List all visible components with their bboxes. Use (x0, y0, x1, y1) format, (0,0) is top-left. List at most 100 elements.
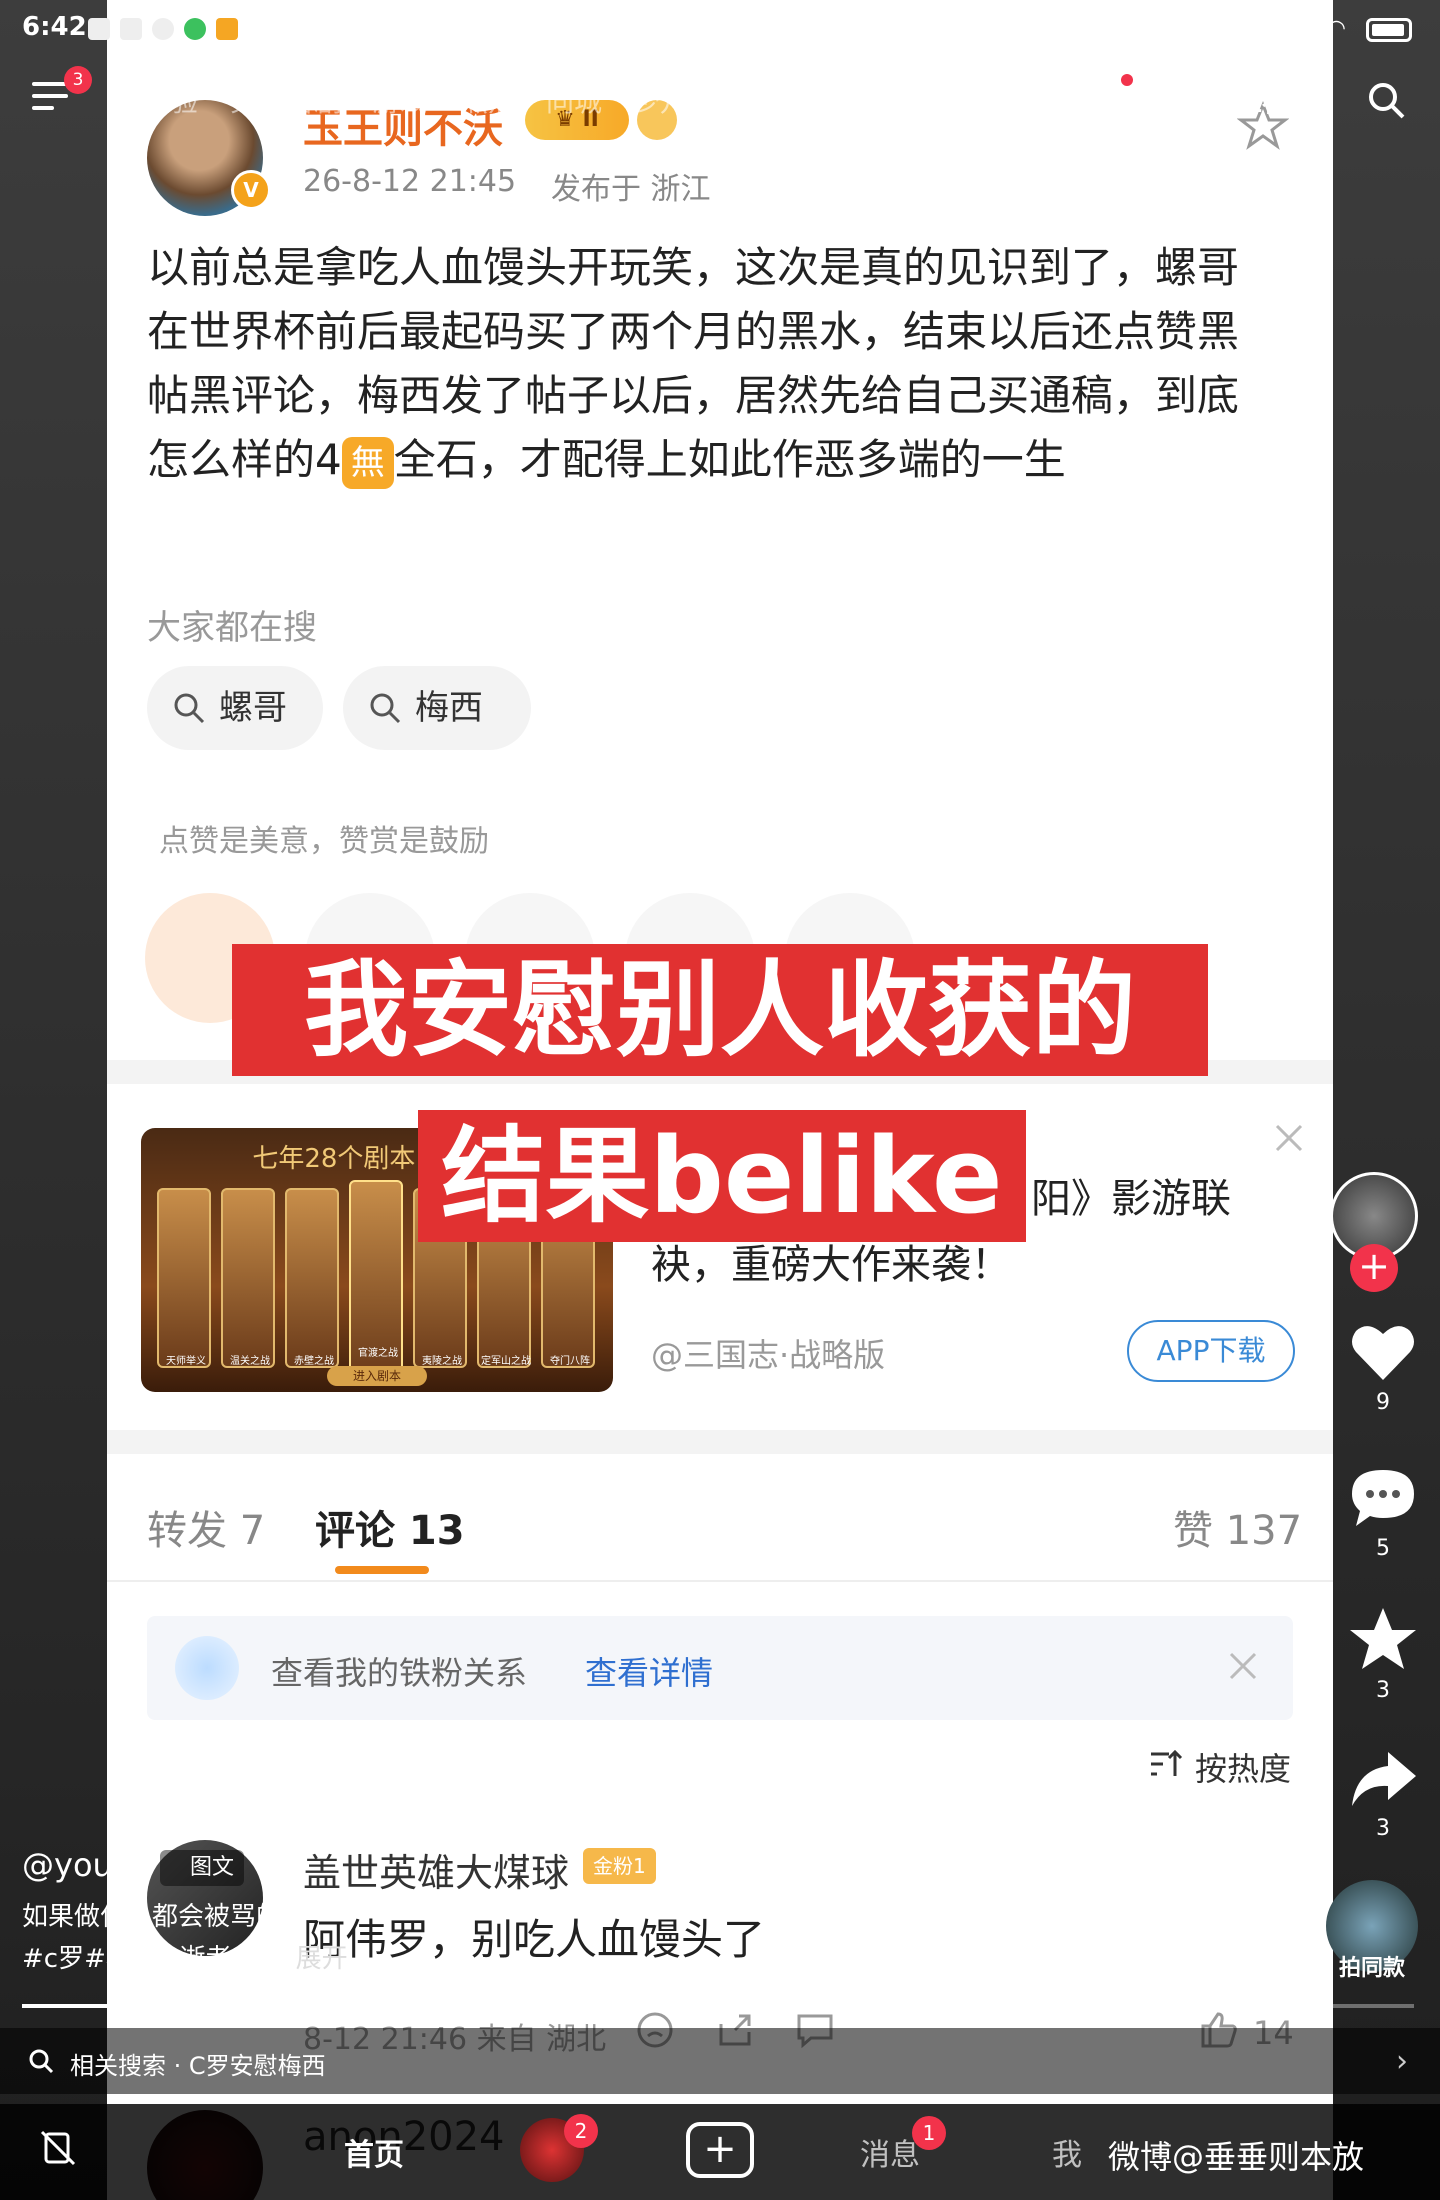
search-icon[interactable] (1366, 80, 1406, 120)
related-search-bar[interactable]: 相关搜索 · C罗安慰梅西 › (0, 2028, 1440, 2094)
hashtags-text[interactable]: #c罗#梅西#逝者安息 (22, 1944, 284, 1974)
ad-scenario-label: 官渡之战 (358, 1348, 398, 1359)
emoji-chip: 無 (341, 436, 394, 489)
tab-kids[interactable]: 少儿 (632, 80, 688, 120)
tab-likes[interactable]: 赞 137 (1173, 1498, 1302, 1556)
chevron-right-icon: › (1396, 2044, 1408, 2079)
sort-icon (1151, 1749, 1183, 1776)
tab-comments[interactable]: 评论 13 (315, 1498, 465, 1556)
trending-search-title: 大家都在搜 (147, 608, 317, 648)
weibo-icon (216, 18, 238, 40)
notification-icon (88, 18, 110, 40)
follow-plus-icon[interactable]: + (1350, 1244, 1398, 1292)
comment-text: 阿伟罗，别吃人血馒头了 (303, 1915, 766, 1964)
menu-badge: 3 (64, 66, 92, 94)
commenter-name[interactable]: 盖世英雄大煤球 (303, 1842, 569, 1897)
video-progress-fill (22, 2004, 510, 2008)
share-button[interactable]: 3 (1338, 1748, 1428, 1841)
same-style-label[interactable]: 拍同款 (1330, 1950, 1414, 1982)
ad-scenario-label: 天师举义 (166, 1356, 206, 1367)
tab-mall[interactable]: 商城 (804, 80, 860, 120)
search-chip-label: 螺哥 (219, 688, 287, 728)
content-type-label: 图文 (190, 1855, 235, 1880)
tab-recommended[interactable]: 推荐 (1234, 80, 1290, 120)
iron-fan-banner[interactable]: 查看我的铁粉关系 查看详情 (147, 1616, 1293, 1720)
video-background-right (1333, 0, 1440, 2200)
reward-hint: 点赞是美意，赞赏是鼓励 (159, 824, 489, 859)
video-caption: 如果做什么都会被骂的话 (22, 1902, 309, 1932)
ad-scenario-label: 温关之战 (230, 1356, 270, 1367)
section-divider (107, 1430, 1333, 1454)
search-chip-label: 梅西 (415, 688, 483, 728)
caption-line-2: 结果belike (418, 1110, 1026, 1242)
search-icon (370, 693, 401, 724)
notification-icon (152, 18, 174, 40)
video-author-handle[interactable]: @youk1 (22, 1846, 152, 1884)
like-button[interactable]: 9 (1338, 1320, 1428, 1415)
post-time: 26-8-12 21:45 (303, 164, 517, 199)
add-post-button[interactable]: + (686, 2122, 754, 2178)
search-chip[interactable]: 梅西 (343, 666, 531, 750)
sort-by-hot-button[interactable]: 按热度 (1147, 1744, 1291, 1790)
video-progress-bar[interactable] (22, 2004, 1414, 2008)
tab-experience[interactable]: 经验 (142, 80, 198, 120)
tab-free-drama[interactable]: 免费看剧 (230, 80, 342, 120)
tab-repost[interactable]: 转发 7 (147, 1498, 265, 1556)
search-icon (174, 693, 205, 724)
ad-title[interactable]: 阳》影游联 (1031, 1166, 1231, 1224)
expand-button[interactable]: 展开 (296, 1944, 348, 1974)
video-hashtags[interactable]: #c罗#梅西#逝者安息 展开 (22, 1938, 348, 1975)
notification-icon (120, 18, 142, 40)
iron-fan-text: 查看我的铁粉关系 (271, 1654, 528, 1692)
app-download-button[interactable]: APP下载 (1127, 1320, 1295, 1382)
wechat-icon (184, 18, 206, 40)
status-time: 6:42 (22, 12, 87, 42)
ad-scenario-card: 赤壁之战 (285, 1188, 339, 1368)
search-icon (29, 2049, 54, 2074)
weibo-watermark: 微博@垂垂则本放 (1108, 2138, 1365, 2176)
close-icon[interactable] (1225, 1648, 1261, 1684)
tab-live[interactable]: 直播 (718, 80, 774, 120)
ad-scenario-card: 温关之战 (221, 1188, 275, 1368)
tab-hot[interactable]: 热点 (460, 80, 516, 120)
battery-icon (1366, 18, 1412, 42)
close-icon[interactable] (1271, 1120, 1307, 1156)
search-chip[interactable]: 螺哥 (147, 666, 323, 750)
favorite-count: 3 (1376, 1678, 1390, 1703)
more-notifications: ··· (252, 14, 273, 39)
nav-home[interactable]: 首页 (344, 2130, 404, 2174)
tab-group-buy[interactable]: 团购 (890, 80, 946, 120)
post-content: 以前总是拿吃人血馒头开玩笑，这次是真的见识到了，螺哥在世界杯前后最起码买了两个月… (147, 236, 1277, 492)
tab-featured[interactable]: 精选 (1148, 80, 1204, 120)
ad-scenario-label: 定军山之战 (481, 1356, 531, 1367)
top-nav: 3 经验 免费看剧 游戏 热点 同城 少儿 直播 商城 团购 短剧 关注 精选 … (0, 62, 1440, 142)
signal-icons: ◔ ✱ ☾ ◠ (1248, 16, 1346, 41)
tab-following[interactable]: 关注 (1062, 80, 1118, 120)
tab-short-drama[interactable]: 短剧 (976, 80, 1032, 120)
ad-scenario-label: 夷陵之战 (422, 1356, 462, 1367)
like-count: 9 (1376, 1390, 1390, 1415)
screen-rotate-icon[interactable] (38, 2128, 78, 2168)
related-search-text: 相关搜索 · C罗安慰梅西 (70, 2052, 326, 2080)
ad-scenario-label: 夺门八阵 (550, 1356, 590, 1367)
nav-me[interactable]: 我 (1052, 2130, 1082, 2174)
nav-messages[interactable]: 消息 (860, 2130, 920, 2174)
active-tab-indicator (335, 1566, 429, 1574)
tabs-divider (107, 1580, 1333, 1582)
comment-bubble-icon (1352, 1470, 1414, 1526)
menu-icon[interactable] (32, 82, 68, 112)
verified-badge-icon: V (231, 170, 271, 210)
post-location: 发布于 浙江 (551, 172, 711, 207)
ad-source: @三国志·战略版 (651, 1336, 886, 1374)
ad-enter-button: 进入剧本 (327, 1366, 427, 1386)
comment-count: 5 (1376, 1536, 1390, 1561)
favorite-button[interactable]: 3 (1338, 1606, 1428, 1703)
star-icon (1350, 1608, 1416, 1669)
friend-badge: 2 (564, 2114, 598, 2148)
comment-button[interactable]: 5 (1338, 1466, 1428, 1561)
status-bar: 6:42 ··· ◔ ✱ ☾ ◠ (0, 0, 1440, 62)
ad-scenario-card: 天师举义 (157, 1188, 211, 1368)
tab-games[interactable]: 游戏 (372, 80, 428, 120)
tab-local[interactable]: 同城 (546, 80, 602, 120)
view-details-link[interactable]: 查看详情 (585, 1648, 713, 1694)
